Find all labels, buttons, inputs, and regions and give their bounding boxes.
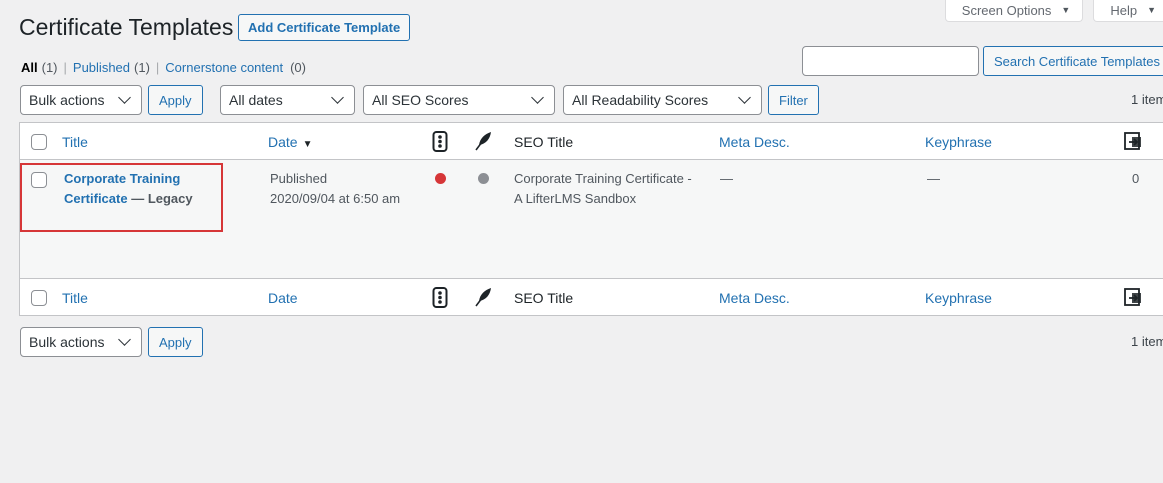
seo-scores-value: All SEO Scores: [372, 92, 469, 108]
caret-down-icon: ▼: [1061, 5, 1071, 15]
add-certificate-template-button[interactable]: Add Certificate Template: [238, 14, 411, 41]
seo-scores-select[interactable]: All SEO Scores: [363, 85, 555, 115]
seo-score-traffic-light-icon: [432, 287, 448, 311]
chevron-down-icon: [531, 91, 544, 104]
bulk-actions-select-bottom[interactable]: Bulk actions: [20, 327, 142, 357]
column-meta-desc-footer[interactable]: Meta Desc.: [719, 290, 790, 306]
readability-feather-icon: [474, 131, 492, 154]
table-header: Title Date ▼ SEO Title Meta Desc. Keyphra…: [20, 123, 1163, 160]
seo-score-traffic-light-icon: [432, 131, 448, 155]
help-label: Help: [1110, 2, 1138, 18]
seo-score-dot: [435, 173, 446, 184]
row-keyphrase: —: [927, 171, 940, 186]
filter-button[interactable]: Filter: [768, 85, 819, 115]
chevron-down-icon: [118, 91, 131, 104]
dates-select[interactable]: All dates: [220, 85, 355, 115]
row-checkbox[interactable]: [31, 172, 47, 188]
select-all-checkbox-bottom[interactable]: [31, 290, 47, 306]
help-button[interactable]: Help ▼: [1093, 0, 1163, 22]
view-all-link[interactable]: All: [21, 60, 38, 75]
caret-down-icon: ▼: [1147, 5, 1156, 15]
separator: |: [63, 60, 67, 75]
select-all-checkbox[interactable]: [31, 134, 47, 150]
table-row: Corporate Training Certificate — Legacy …: [20, 160, 1163, 278]
links-icon: [1123, 287, 1143, 310]
column-date-label: Date: [268, 134, 298, 150]
column-seo-title-header: SEO Title: [514, 134, 574, 150]
search-input[interactable]: [802, 46, 979, 76]
separator: |: [155, 60, 160, 75]
row-date-value: 2020/09/04 at 6:50 am: [270, 191, 401, 206]
readability-scores-select[interactable]: All Readability Scores: [563, 85, 762, 115]
readability-scores-value: All Readability Scores: [572, 92, 709, 108]
items-count-top: 1 item: [1131, 92, 1163, 107]
view-cornerstone-count: (0): [290, 60, 306, 75]
screen-options-button[interactable]: Screen Options ▼: [944, 0, 1084, 22]
readability-feather-icon: [474, 287, 492, 310]
row-seo-title: Corporate Training Certificate - A Lifte…: [514, 171, 692, 206]
sort-desc-icon: ▼: [302, 139, 313, 150]
table-footer: Title Date SEO Title Meta Desc. Keyphras…: [20, 278, 1163, 315]
items-count-bottom: 1 item: [1131, 334, 1163, 349]
row-post-state: — Legacy: [131, 191, 193, 206]
column-keyphrase-header[interactable]: Keyphrase: [925, 134, 992, 150]
row-links-count: 0: [1132, 171, 1140, 186]
bulk-actions-value: Bulk actions: [29, 334, 105, 350]
dates-value: All dates: [229, 92, 283, 108]
column-keyphrase-footer[interactable]: Keyphrase: [925, 290, 992, 306]
screen-options-label: Screen Options: [961, 2, 1052, 18]
bulk-actions-select-top[interactable]: Bulk actions: [20, 85, 142, 115]
row-meta-desc: —: [720, 171, 733, 186]
chevron-down-icon: [331, 91, 344, 104]
chevron-down-icon: [118, 333, 131, 346]
apply-button-bottom[interactable]: Apply: [148, 327, 203, 357]
column-meta-desc-header[interactable]: Meta Desc.: [719, 134, 790, 150]
search-button[interactable]: Search Certificate Templates: [983, 46, 1163, 76]
row-date-cell: Published 2020/09/04 at 6:50 am: [270, 169, 400, 209]
row-date-status: Published: [270, 171, 328, 186]
view-filters: All (1) | Published (1) | Cornerstone co…: [21, 60, 306, 75]
column-title-header[interactable]: Title: [62, 134, 88, 150]
bulk-actions-value: Bulk actions: [29, 92, 105, 108]
page-title: Certificate Templates: [19, 14, 234, 40]
links-icon: [1123, 131, 1143, 154]
column-seo-title-footer: SEO Title: [514, 290, 574, 306]
view-published-count: (1): [134, 60, 150, 75]
row-title-cell: Corporate Training Certificate — Legacy: [64, 169, 214, 209]
view-cornerstone-link[interactable]: Cornerstone content: [165, 60, 283, 75]
view-published-link[interactable]: Published: [73, 60, 130, 75]
column-date-footer[interactable]: Date: [268, 290, 298, 306]
readability-score-dot: [478, 173, 489, 184]
column-title-footer[interactable]: Title: [62, 290, 88, 306]
screen-meta-links: Screen Options ▼ Help ▼: [944, 0, 1163, 22]
view-all-count: (1): [41, 60, 58, 75]
column-date-header[interactable]: Date ▼: [268, 134, 312, 150]
apply-button-top[interactable]: Apply: [148, 85, 203, 115]
posts-table: Title Date ▼ SEO Title Meta Desc. Keyphra…: [19, 122, 1163, 316]
chevron-down-icon: [738, 91, 751, 104]
